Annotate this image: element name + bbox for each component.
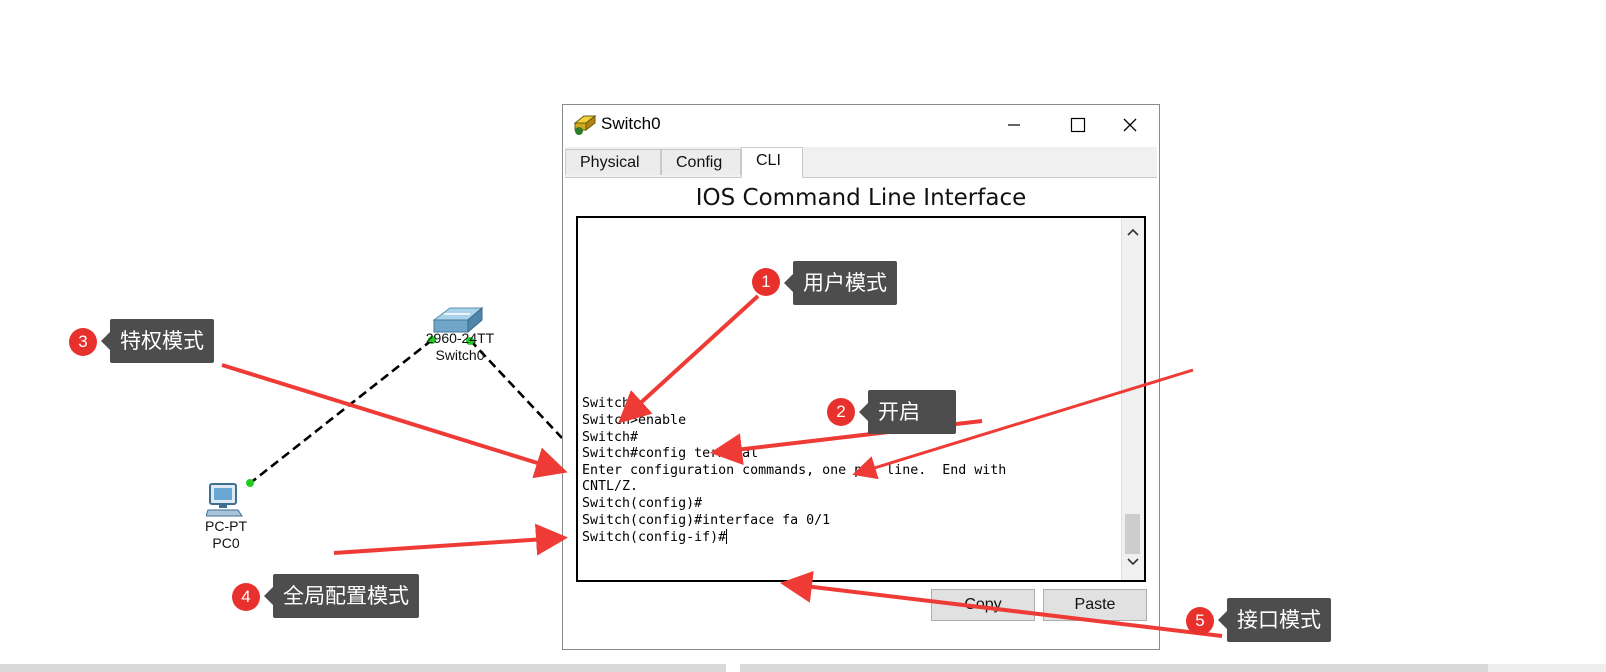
- arrow-4: [333, 523, 568, 556]
- annotation-user-mode: 用户模式: [784, 261, 897, 305]
- arrow-5: [780, 570, 1223, 638]
- annotation-badge-3: 3: [69, 328, 97, 356]
- annotation-arrows: [221, 294, 1223, 638]
- arrow-3: [221, 363, 568, 479]
- annotation-badge-5: 5: [1186, 607, 1214, 635]
- bottom-scrollbar[interactable]: [0, 664, 1606, 672]
- annotation-badge-4: 4: [232, 583, 260, 611]
- annotation-enable: 开启: [859, 390, 956, 434]
- scroll-right-region: [1488, 664, 1606, 672]
- annotation-interface-mode: 接口模式: [1218, 598, 1331, 642]
- annotation-badge-1: 1: [752, 268, 780, 296]
- annotation-global-config-mode: 全局配置模式: [264, 574, 419, 618]
- annotation-privileged-mode: 特权模式: [101, 319, 214, 363]
- arrow-1: [618, 294, 760, 424]
- scroll-marker: [726, 664, 740, 672]
- annotation-badge-2: 2: [827, 398, 855, 426]
